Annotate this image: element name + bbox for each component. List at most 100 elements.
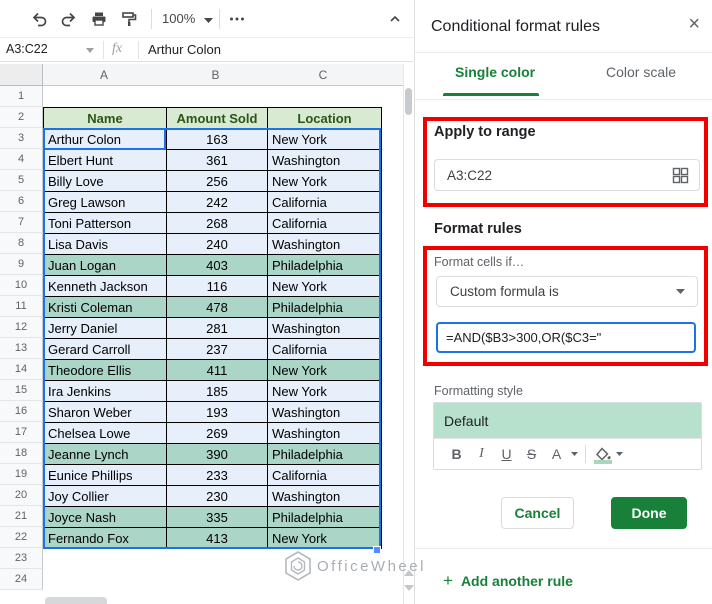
scroll-up-icon[interactable] [404, 570, 414, 576]
cell-location-row6[interactable]: California [267, 191, 382, 213]
cell-location-row12[interactable]: Washington [267, 317, 382, 339]
cell-location-row10[interactable]: New York [267, 275, 382, 297]
cell-amount-row4[interactable]: 361 [166, 149, 268, 171]
row-header-4[interactable]: 4 [0, 149, 43, 170]
row-header-10[interactable]: 10 [0, 275, 43, 296]
cell-amount-row12[interactable]: 281 [166, 317, 268, 339]
cell-name-row20[interactable]: Joy Collier [43, 485, 167, 507]
formula-bar-value[interactable]: Arthur Colon [148, 42, 221, 57]
horizontal-scrollbar-thumb[interactable] [45, 597, 107, 604]
row-header-2[interactable]: 2 [0, 107, 43, 128]
cell-name-row10[interactable]: Kenneth Jackson [43, 275, 167, 297]
row-header-14[interactable]: 14 [0, 359, 43, 380]
row-header-22[interactable]: 22 [0, 527, 43, 548]
condition-dropdown[interactable]: Custom formula is [436, 276, 698, 307]
cell-amount-row19[interactable]: 233 [166, 464, 268, 486]
row-header-15[interactable]: 15 [0, 380, 43, 401]
select-all-corner[interactable] [0, 64, 43, 86]
cell-name-row21[interactable]: Joyce Nash [43, 506, 167, 528]
redo-icon[interactable] [59, 9, 79, 29]
row-header-1[interactable]: 1 [0, 86, 43, 107]
cell-amount-row7[interactable]: 268 [166, 212, 268, 234]
cell-location-row3[interactable]: New York [267, 128, 382, 150]
cell-amount-row15[interactable]: 185 [166, 380, 268, 402]
zoom-caret-icon[interactable] [198, 10, 218, 30]
row-header-17[interactable]: 17 [0, 422, 43, 443]
text-color-button[interactable]: A [544, 442, 569, 466]
cell-location-row19[interactable]: California [267, 464, 382, 486]
row-header-18[interactable]: 18 [0, 443, 43, 464]
row-header-11[interactable]: 11 [0, 296, 43, 317]
row-header-21[interactable]: 21 [0, 506, 43, 527]
cell-amount-row14[interactable]: 411 [166, 359, 268, 381]
text-color-caret-icon[interactable] [569, 452, 579, 456]
row-header-6[interactable]: 6 [0, 191, 43, 212]
cancel-button[interactable]: Cancel [501, 497, 574, 529]
vertical-scrollbar-thumb[interactable] [405, 88, 412, 115]
cell-amount-row18[interactable]: 390 [166, 443, 268, 465]
cell-name-row11[interactable]: Kristi Coleman [43, 296, 167, 318]
column-header-C[interactable]: C [266, 64, 381, 86]
add-another-rule-button[interactable]: + Add another rule [443, 571, 573, 591]
cell-amount-row8[interactable]: 240 [166, 233, 268, 255]
cell-name-row9[interactable]: Juan Logan [43, 254, 167, 276]
cell-location-row15[interactable]: New York [267, 380, 382, 402]
cell-amount-row10[interactable]: 116 [166, 275, 268, 297]
row-header-19[interactable]: 19 [0, 464, 43, 485]
cell-amount-row16[interactable]: 193 [166, 401, 268, 423]
underline-button[interactable]: U [494, 442, 519, 466]
cell-amount-row13[interactable]: 237 [166, 338, 268, 360]
cell-name-row4[interactable]: Elbert Hunt [43, 149, 167, 171]
cell-name-row14[interactable]: Theodore Ellis [43, 359, 167, 381]
namebox-caret-icon[interactable] [84, 46, 96, 54]
scroll-down-icon[interactable] [404, 585, 414, 591]
bold-button[interactable]: B [444, 442, 469, 466]
table-header-cell[interactable]: Location [267, 107, 382, 129]
cell-name-row12[interactable]: Jerry Daniel [43, 317, 167, 339]
cell-amount-row22[interactable]: 413 [166, 527, 268, 549]
paint-format-icon[interactable] [119, 9, 139, 29]
cell-location-row17[interactable]: Washington [267, 422, 382, 444]
cell-name-row7[interactable]: Toni Patterson [43, 212, 167, 234]
row-header-13[interactable]: 13 [0, 338, 43, 359]
column-header-partial[interactable] [380, 64, 404, 86]
cell-location-row20[interactable]: Washington [267, 485, 382, 507]
custom-formula-input[interactable]: =AND($B3>300,OR($C3=" [436, 322, 696, 353]
table-header-cell[interactable]: Name [43, 107, 167, 129]
done-button[interactable]: Done [611, 497, 687, 529]
cell-name-row15[interactable]: Ira Jenkins [43, 380, 167, 402]
table-header-cell[interactable]: Amount Sold [166, 107, 268, 129]
cell-name-row22[interactable]: Fernando Fox [43, 527, 167, 549]
more-icon[interactable] [227, 9, 247, 29]
cell-name-row3[interactable]: Arthur Colon [43, 128, 167, 150]
zoom-level[interactable]: 100% [162, 11, 195, 26]
undo-icon[interactable] [29, 9, 49, 29]
cell-location-row8[interactable]: Washington [267, 233, 382, 255]
italic-button[interactable]: I [469, 442, 494, 466]
cell-location-row18[interactable]: Philadelphia [267, 443, 382, 465]
tab-color-scale[interactable]: Color scale [606, 64, 676, 80]
cell-amount-row17[interactable]: 269 [166, 422, 268, 444]
cell-name-row5[interactable]: Billy Love [43, 170, 167, 192]
strikethrough-button[interactable]: S [519, 442, 544, 466]
row-header-16[interactable]: 16 [0, 401, 43, 422]
cell-name-row13[interactable]: Gerard Carroll [43, 338, 167, 360]
cell-location-row13[interactable]: California [267, 338, 382, 360]
row-header-24[interactable]: 24 [0, 569, 43, 590]
close-icon[interactable]: × [688, 14, 700, 34]
row-header-23[interactable]: 23 [0, 548, 43, 569]
fill-color-caret-icon[interactable] [614, 452, 624, 456]
cell-name-row8[interactable]: Lisa Davis [43, 233, 167, 255]
cell-location-row5[interactable]: New York [267, 170, 382, 192]
cell-location-row7[interactable]: California [267, 212, 382, 234]
row-header-5[interactable]: 5 [0, 170, 43, 191]
cell-amount-row21[interactable]: 335 [166, 506, 268, 528]
column-header-A[interactable]: A [43, 64, 166, 86]
row-header-9[interactable]: 9 [0, 254, 43, 275]
cell-name-row6[interactable]: Greg Lawson [43, 191, 167, 213]
row-header-3[interactable]: 3 [0, 128, 43, 149]
cell-location-row14[interactable]: New York [267, 359, 382, 381]
cell-name-row17[interactable]: Chelsea Lowe [43, 422, 167, 444]
cell-amount-row9[interactable]: 403 [166, 254, 268, 276]
cell-name-row18[interactable]: Jeanne Lynch [43, 443, 167, 465]
